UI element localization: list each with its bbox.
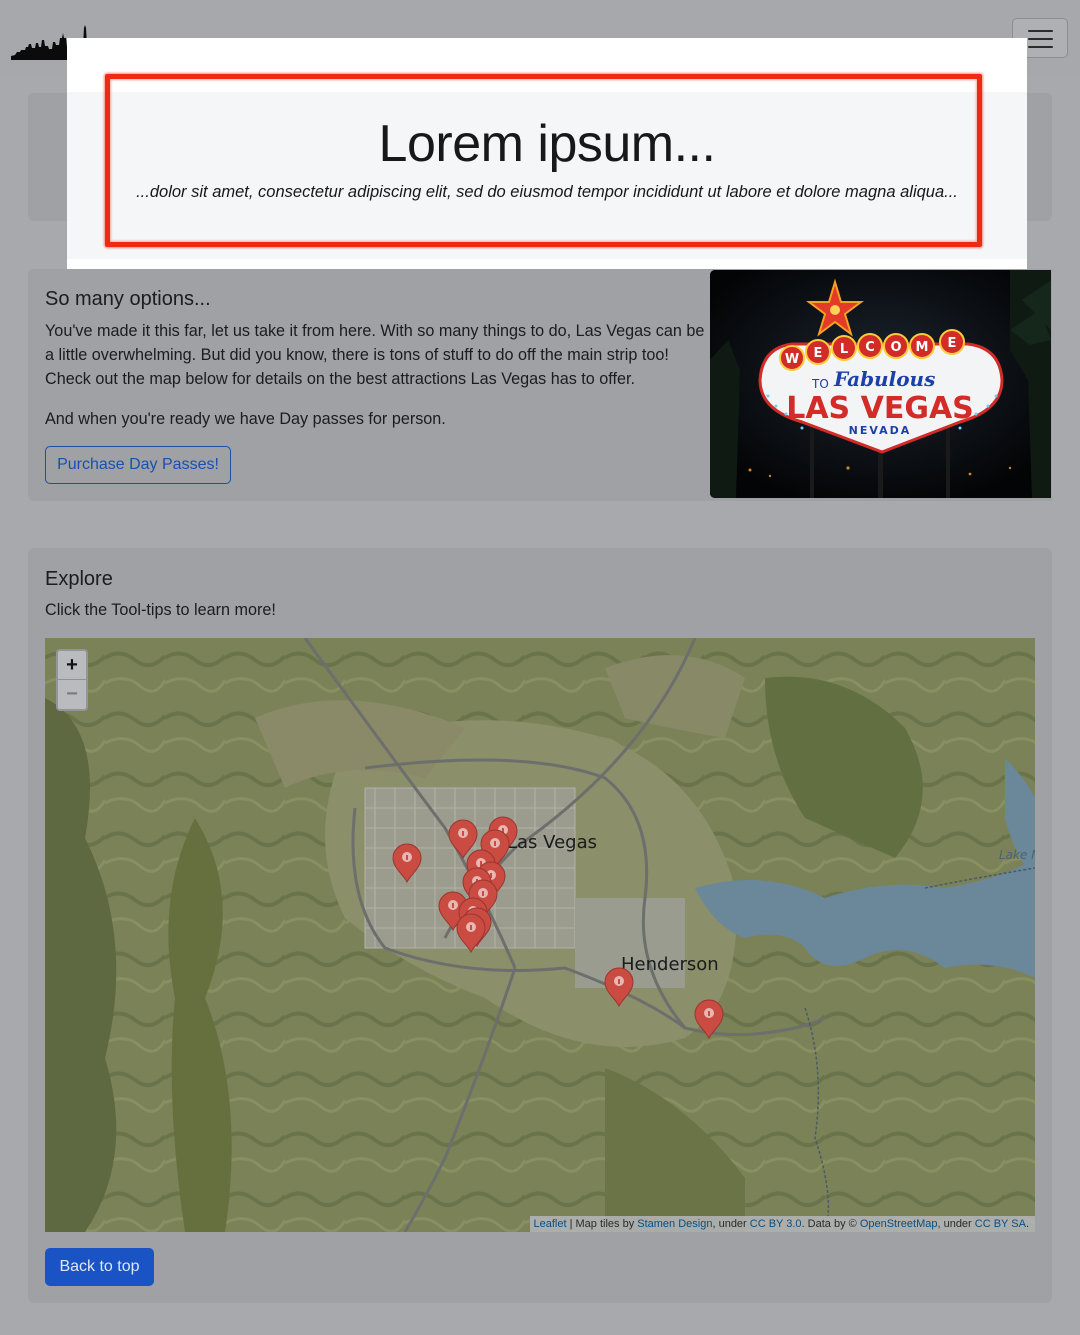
attribution-text: , under (712, 1218, 750, 1230)
svg-text:C: C (865, 340, 875, 355)
options-heading: So many options... (45, 288, 211, 310)
svg-text:E: E (814, 346, 823, 361)
explore-hint: Click the Tool-tips to learn more! (45, 601, 276, 619)
stamen-link[interactable]: Stamen Design (637, 1218, 712, 1230)
las-vegas-sign-illustration: W E L C O M E TO Fabulous LAS VEGAS NEVA… (710, 270, 1051, 498)
attribution-text: | Map tiles by (566, 1218, 638, 1230)
zoom-out-button[interactable]: − (58, 680, 86, 709)
cc-by-link[interactable]: CC BY 3.0 (750, 1218, 802, 1230)
map-attribution: Leaflet | Map tiles by Stamen Design, un… (529, 1216, 1035, 1232)
map-label-las-vegas: Las Vegas (507, 832, 597, 853)
attractions-map[interactable]: Las Vegas Henderson Lake M + − Leaflet |… (45, 638, 1035, 1232)
svg-text:W: W (785, 352, 799, 367)
svg-text:L: L (840, 342, 848, 357)
hamburger-line (1028, 30, 1053, 32)
hamburger-line (1028, 38, 1053, 40)
purchase-day-passes-button[interactable]: Purchase Day Passes! (45, 446, 231, 484)
explore-heading: Explore (45, 568, 113, 590)
options-paragraph: You've made it this far, let us take it … (45, 322, 705, 388)
zoom-in-button[interactable]: + (58, 651, 86, 680)
las-vegas-sign-image: W E L C O M E TO Fabulous LAS VEGAS NEVA… (710, 270, 1051, 498)
svg-text:O: O (890, 340, 901, 355)
openstreetmap-link[interactable]: OpenStreetMap (860, 1218, 938, 1230)
svg-text:Fabulous: Fabulous (833, 367, 935, 391)
map-label-lake: Lake M (999, 848, 1035, 862)
attribution-text: . (1025, 1218, 1029, 1230)
cc-by-sa-link[interactable]: CC BY SA (975, 1218, 1026, 1230)
hamburger-line (1028, 46, 1053, 48)
intro-title: Lorem ipsum... (378, 115, 716, 173)
map-tiles[interactable]: Las Vegas Henderson Lake M (45, 638, 1035, 1232)
back-to-top-button[interactable]: Back to top (45, 1248, 154, 1286)
svg-text:M: M (916, 340, 929, 355)
svg-text:E: E (948, 336, 957, 351)
zoom-control: + − (56, 649, 88, 711)
attribution-text: . Data by © (801, 1218, 860, 1230)
options-paragraph: And when you're ready we have Day passes… (45, 410, 446, 428)
leaflet-link[interactable]: Leaflet (534, 1218, 567, 1230)
attribution-text: , under (937, 1218, 975, 1230)
intro-subtitle: ...dolor sit amet, consectetur adipiscin… (136, 183, 958, 201)
svg-text:NEVADA: NEVADA (849, 424, 912, 437)
explore-section: Explore Click the Tool-tips to learn mor… (28, 548, 1052, 1303)
svg-text:TO: TO (811, 377, 829, 391)
map-label-henderson: Henderson (621, 954, 719, 975)
intro-card: Lorem ipsum... ...dolor sit amet, consec… (67, 38, 1027, 278)
svg-text:LAS VEGAS: LAS VEGAS (786, 391, 974, 426)
